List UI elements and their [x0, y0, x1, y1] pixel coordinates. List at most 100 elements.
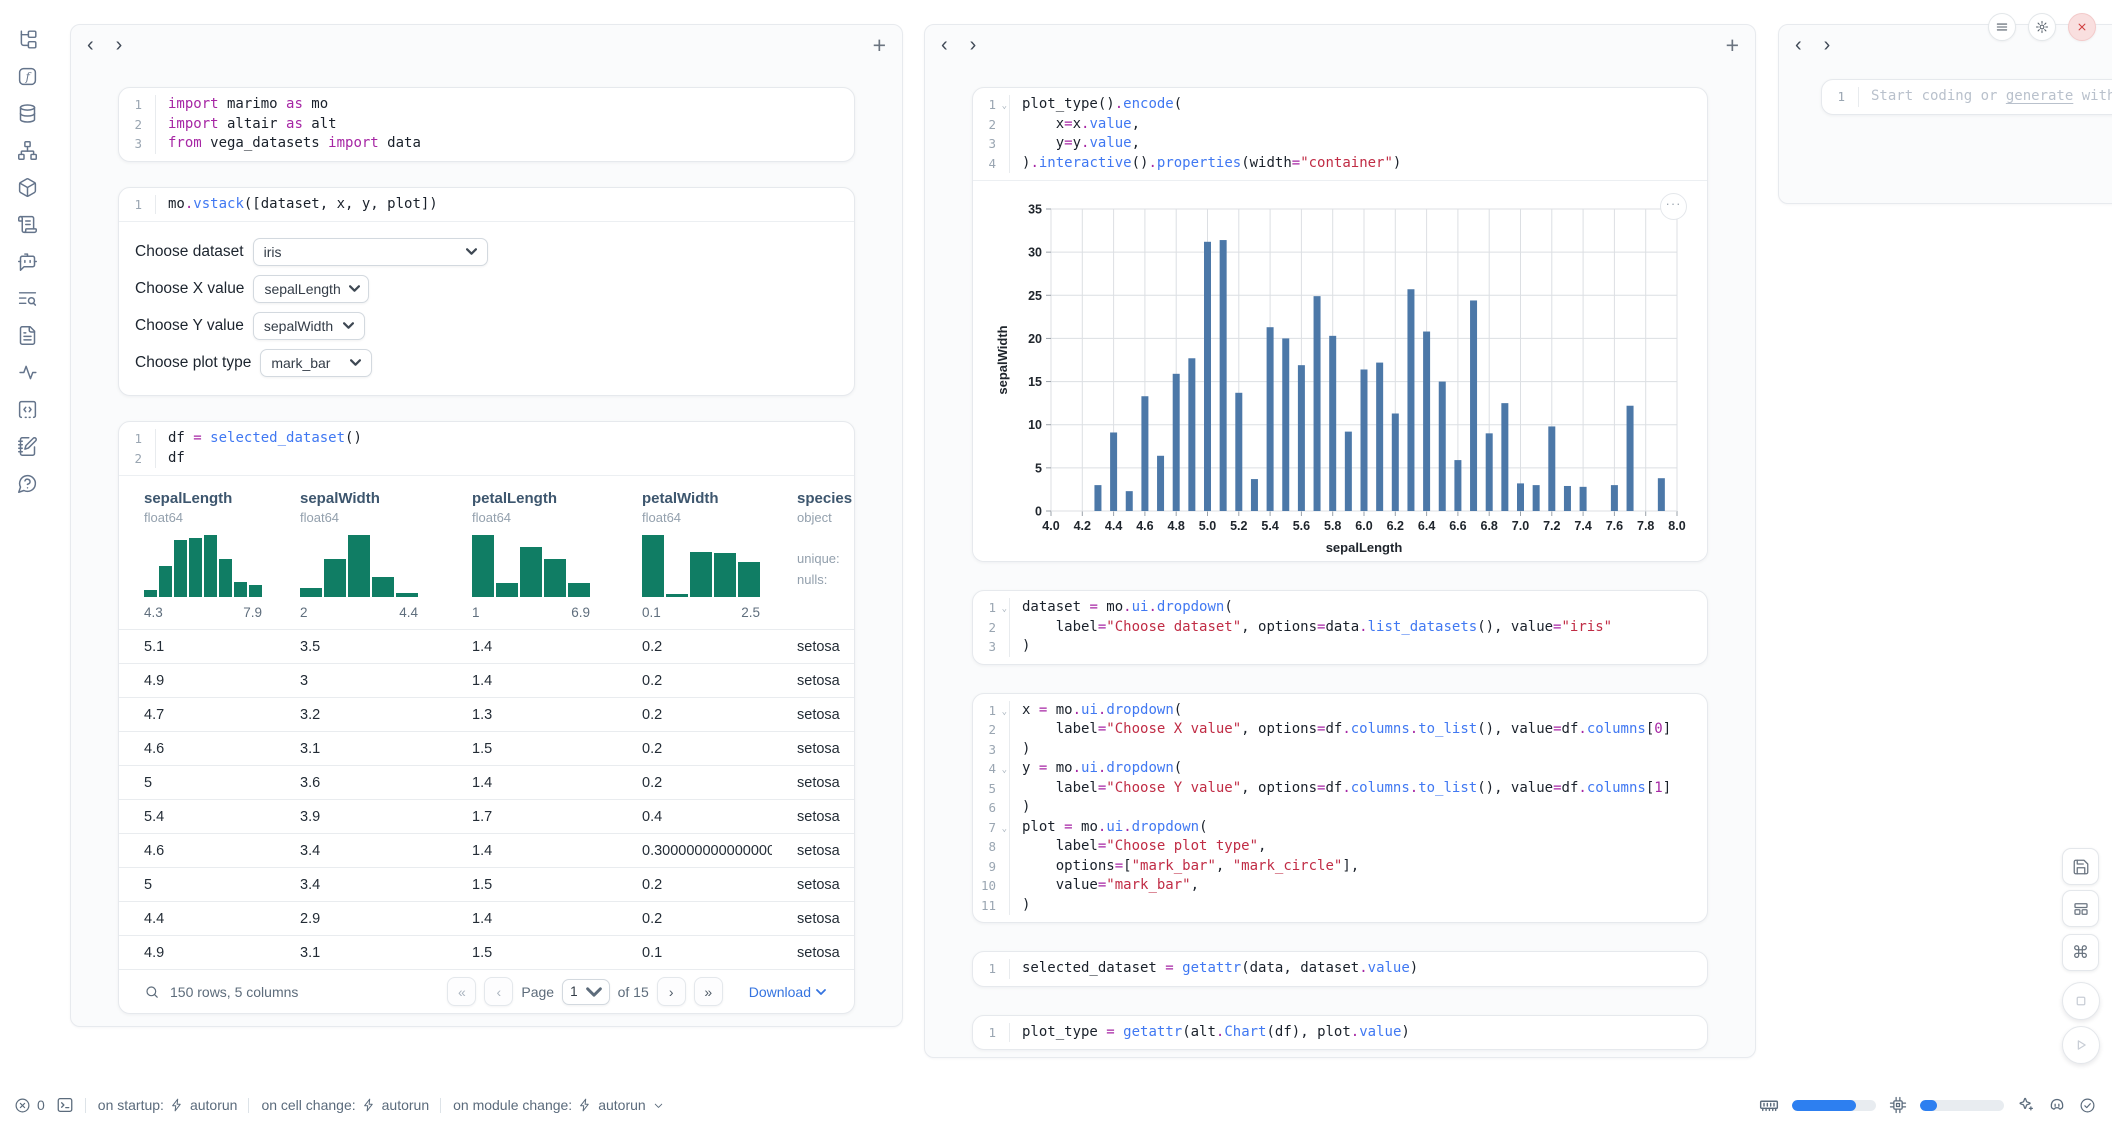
sidebar-database-button[interactable]: [16, 102, 38, 124]
dataset-select[interactable]: iris: [253, 238, 488, 266]
chart-menu-button[interactable]: ···: [1660, 193, 1687, 220]
x-value-select[interactable]: sepalLength: [253, 275, 369, 303]
runtime-setting-on-startup[interactable]: on startup: autorun: [85, 1097, 238, 1113]
code-editor[interactable]: 1⌄plot_type().encode(2 x=x.value,3 y=y.v…: [973, 88, 1707, 180]
table-row[interactable]: 4.931.40.2setosa: [119, 663, 854, 697]
code-editor[interactable]: 1⌄dataset = mo.ui.dropdown(2 label="Choo…: [973, 591, 1707, 664]
settings-button[interactable]: [2028, 13, 2056, 41]
column-histogram[interactable]: [642, 535, 760, 597]
sidebar-package-button[interactable]: [16, 176, 38, 198]
table-row[interactable]: 5.43.91.70.4setosa: [119, 799, 854, 833]
bar-chart[interactable]: 4.04.24.44.64.85.05.25.45.65.86.06.26.46…: [973, 187, 1708, 555]
layout-button[interactable]: [2062, 890, 2099, 927]
column-header-sepalWidth[interactable]: sepalWidth float64 24.4: [275, 490, 447, 629]
column-header-petalWidth[interactable]: petalWidth float64 0.12.5: [617, 490, 772, 629]
code-line[interactable]: 1mo.vstack([dataset, x, y, plot]): [119, 195, 854, 215]
column-next-button[interactable]: ›: [116, 35, 123, 55]
sidebar-scroll-button[interactable]: [16, 213, 38, 235]
code-editor[interactable]: 1selected_dataset = getattr(data, datase…: [973, 952, 1707, 986]
error-indicator[interactable]: 0: [14, 1097, 45, 1114]
code-editor[interactable]: 1df = selected_dataset()2df: [119, 422, 854, 475]
sidebar-dependency-graph-button[interactable]: [16, 139, 38, 161]
y-value-select[interactable]: sepalWidth: [253, 312, 365, 340]
code-line[interactable]: 1import marimo as mo: [119, 95, 854, 115]
column-prev-button[interactable]: ‹: [87, 35, 94, 55]
runtime-setting-on-cell-change[interactable]: on cell change: autorun: [248, 1097, 429, 1113]
save-button[interactable]: [2062, 848, 2099, 885]
terminal-button[interactable]: [56, 1096, 74, 1114]
sidebar-document-button[interactable]: [16, 324, 38, 346]
table-row[interactable]: 4.73.21.30.2setosa: [119, 697, 854, 731]
code-line[interactable]: 3from vega_datasets import data: [119, 134, 854, 154]
code-line[interactable]: 1df = selected_dataset(): [119, 429, 854, 449]
search-icon[interactable]: [144, 984, 160, 1000]
table-row[interactable]: 5.13.51.40.2setosa: [119, 629, 854, 663]
generate-link[interactable]: generate: [2006, 88, 2073, 104]
code-line[interactable]: 8 label="Choose plot type",: [973, 837, 1707, 857]
column-histogram[interactable]: [300, 535, 418, 597]
sidebar-snippets-button[interactable]: [16, 398, 38, 420]
page-select[interactable]: 1: [562, 979, 610, 1005]
last-page-button[interactable]: »: [694, 977, 723, 1006]
ai-assist-button[interactable]: [2017, 1096, 2035, 1114]
code-line[interactable]: 5 label="Choose Y value", options=df.col…: [973, 779, 1707, 799]
copilot-button[interactable]: [2048, 1096, 2066, 1114]
code-line[interactable]: 7⌄plot = mo.ui.dropdown(: [973, 818, 1707, 838]
xy-plot-dropdowns-cell[interactable]: 1⌄x = mo.ui.dropdown(2 label="Choose X v…: [972, 693, 1708, 924]
code-line[interactable]: 2df: [119, 449, 854, 469]
dataframe-cell[interactable]: 1df = selected_dataset()2df sepalLength …: [118, 421, 855, 1014]
table-row[interactable]: 4.63.41.40.3000000000000004setosa: [119, 833, 854, 867]
connection-status-button[interactable]: [2079, 1097, 2096, 1114]
code-line[interactable]: 11): [973, 896, 1707, 916]
sidebar-activity-button[interactable]: [16, 361, 38, 383]
dataset-dropdown-cell[interactable]: 1⌄dataset = mo.ui.dropdown(2 label="Choo…: [972, 590, 1708, 665]
imports-cell[interactable]: 1import marimo as mo2import altair as al…: [118, 87, 855, 162]
stop-button[interactable]: [2062, 982, 2100, 1020]
code-line[interactable]: 10 value="mark_bar",: [973, 876, 1707, 896]
column-next-button[interactable]: ›: [1824, 35, 1831, 55]
column-prev-button[interactable]: ‹: [1795, 35, 1802, 55]
table-row[interactable]: 4.63.11.50.2setosa: [119, 731, 854, 765]
close-button[interactable]: [2068, 13, 2096, 41]
code-editor[interactable]: 1⌄x = mo.ui.dropdown(2 label="Choose X v…: [973, 694, 1707, 923]
code-line[interactable]: 6): [973, 798, 1707, 818]
code-editor[interactable]: 1import marimo as mo2import altair as al…: [119, 88, 854, 161]
sidebar-file-tree-button[interactable]: [16, 28, 38, 50]
code-editor[interactable]: 1plot_type = getattr(alt.Chart(df), plot…: [973, 1016, 1707, 1050]
table-row[interactable]: 4.42.91.40.2setosa: [119, 901, 854, 935]
plot-cell[interactable]: 1⌄plot_type().encode(2 x=x.value,3 y=y.v…: [972, 87, 1708, 562]
code-line[interactable]: 9 options=["mark_bar", "mark_circle"],: [973, 857, 1707, 877]
code-line[interactable]: 2 label="Choose X value", options=df.col…: [973, 720, 1707, 740]
column-header-sepalLength[interactable]: sepalLength float64 4.37.9: [119, 490, 275, 629]
plot-type-select[interactable]: mark_bar: [260, 349, 372, 377]
column-header-species[interactable]: species objectunique:nulls:: [772, 490, 854, 629]
command-palette-button[interactable]: ⌘: [2062, 934, 2099, 971]
code-placeholder[interactable]: Start coding or generate with AI: [1859, 87, 2112, 107]
code-line[interactable]: 1⌄x = mo.ui.dropdown(: [973, 701, 1707, 721]
code-line[interactable]: 2 x=x.value,: [973, 115, 1707, 135]
run-button[interactable]: [2062, 1026, 2100, 1064]
column-histogram[interactable]: [472, 535, 590, 597]
sidebar-scratchpad-button[interactable]: [16, 435, 38, 457]
runtime-setting-on-module-change[interactable]: on module change: autorun: [440, 1097, 665, 1113]
chart-output[interactable]: 4.04.24.44.64.85.05.25.45.65.86.06.26.46…: [973, 181, 1707, 561]
table-row[interactable]: 53.41.50.2setosa: [119, 867, 854, 901]
download-button[interactable]: Download: [743, 983, 832, 1001]
menu-button[interactable]: [1988, 13, 2016, 41]
column-next-button[interactable]: ›: [970, 35, 977, 55]
code-line[interactable]: 1⌄plot_type().encode(: [973, 95, 1707, 115]
sidebar-log-search-button[interactable]: [16, 287, 38, 309]
code-line[interactable]: 4⌄y = mo.ui.dropdown(: [973, 759, 1707, 779]
code-line[interactable]: 3): [973, 740, 1707, 760]
column-prev-button[interactable]: ‹: [941, 35, 948, 55]
sidebar-help-button[interactable]: [16, 472, 38, 494]
column-histogram[interactable]: [144, 535, 262, 597]
selected-dataset-cell[interactable]: 1selected_dataset = getattr(data, datase…: [972, 951, 1708, 987]
code-line[interactable]: 3): [973, 637, 1707, 657]
first-page-button[interactable]: «: [447, 977, 476, 1006]
code-line[interactable]: 1⌄dataset = mo.ui.dropdown(: [973, 598, 1707, 618]
code-line[interactable]: 2import altair as alt: [119, 115, 854, 135]
new-empty-cell[interactable]: 1 Start coding or generate with AI: [1821, 79, 2112, 115]
code-line[interactable]: 1selected_dataset = getattr(data, datase…: [973, 959, 1707, 979]
table-row[interactable]: 4.93.11.50.1setosa: [119, 935, 854, 969]
